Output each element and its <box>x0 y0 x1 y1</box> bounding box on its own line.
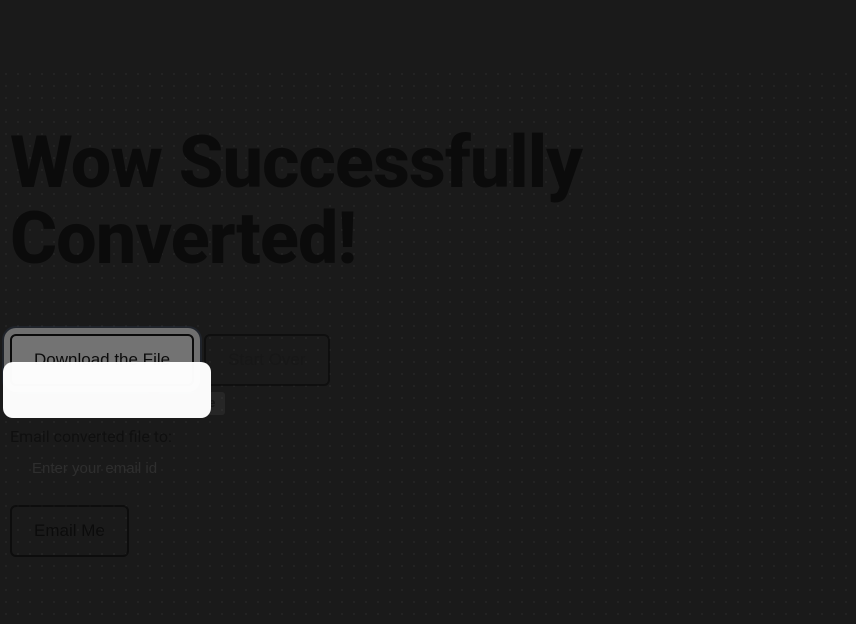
modal-overlay <box>0 0 856 624</box>
download-highlight-glow <box>3 362 211 418</box>
